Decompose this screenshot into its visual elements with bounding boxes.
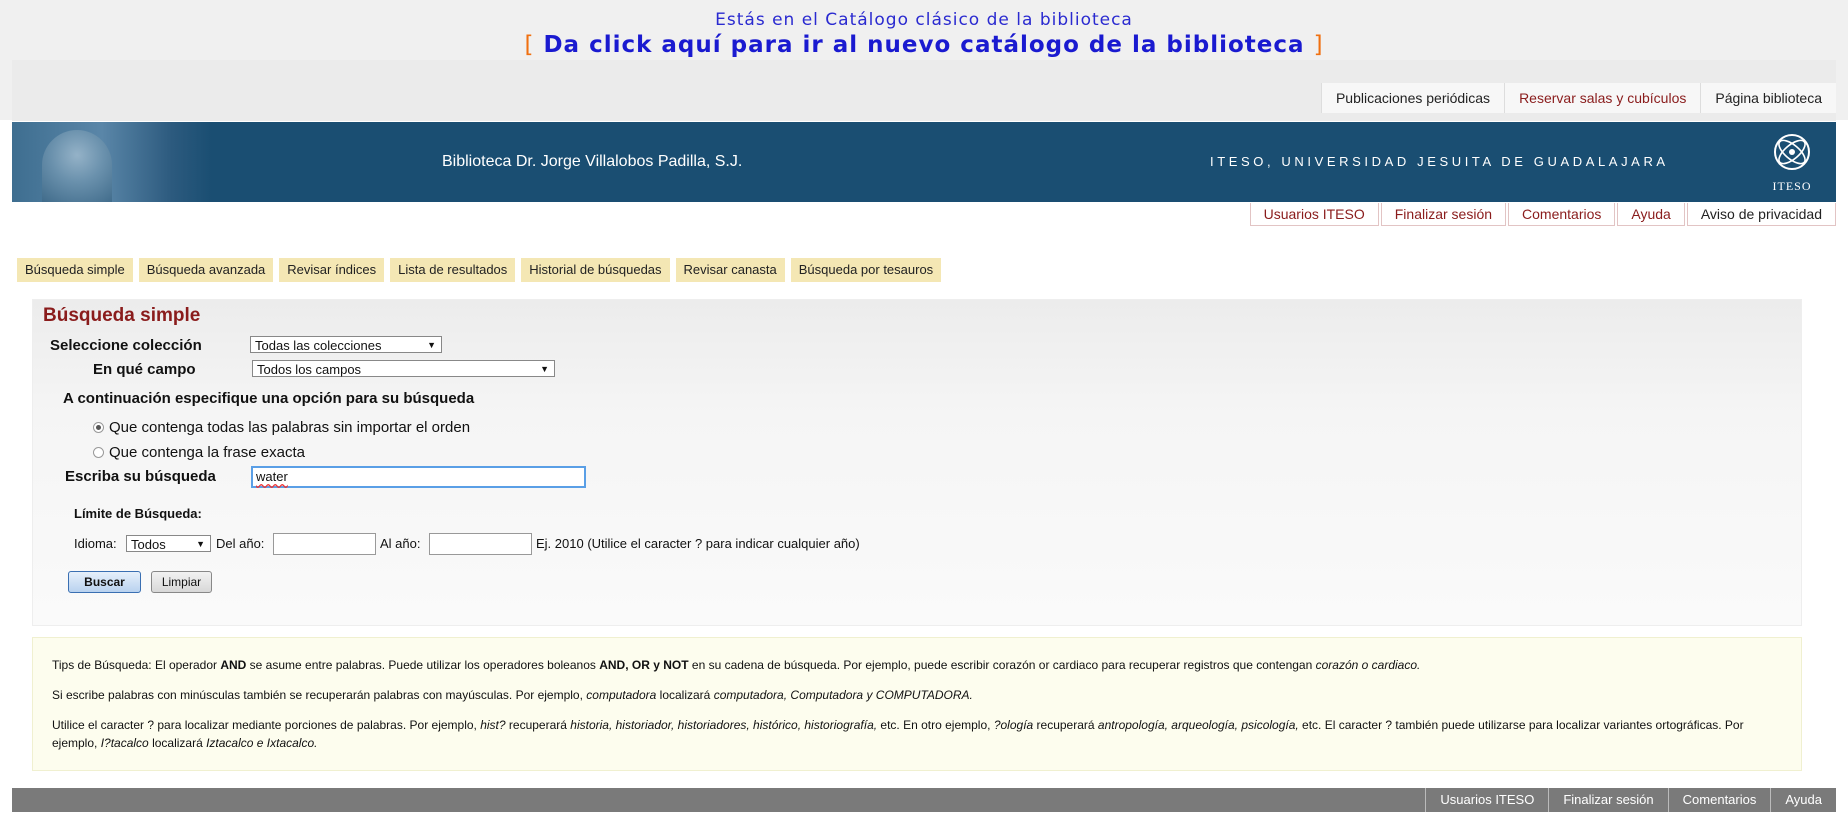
university-name: ITESO, UNIVERSIDAD JESUITA DE GUADALAJAR… [1210, 154, 1669, 169]
page-title: Búsqueda simple [43, 305, 201, 326]
field-label: En qué campo [93, 361, 196, 378]
logo-label: ITESO [1772, 179, 1812, 193]
tip-operators: Tips de Búsqueda: El operador AND se asu… [52, 658, 1421, 672]
bracket-close: ] [1313, 32, 1324, 58]
top-link-periodicals[interactable]: Publicaciones periódicas [1320, 83, 1505, 113]
session-link-privacy[interactable]: Aviso de privacidad [1686, 203, 1836, 226]
field-select-value: Todos los campos [257, 362, 362, 377]
radio-all-words-row[interactable]: Que contenga todas las palabras sin impo… [93, 419, 470, 436]
library-name: Biblioteca Dr. Jorge Villalobos Padilla,… [442, 153, 743, 170]
top-link-reserve-rooms[interactable]: Reservar salas y cubículos [1504, 83, 1701, 113]
classic-catalog-notice: Estás en el Catálogo clásico de la bibli… [715, 10, 1133, 30]
collection-select[interactable]: Todas las colecciones ▼ [250, 336, 442, 353]
bracket-open: [ [524, 32, 535, 58]
field-select[interactable]: Todos los campos ▼ [252, 360, 555, 377]
top-link-library-page[interactable]: Página biblioteca [1700, 83, 1836, 113]
language-select[interactable]: Todos ▼ [126, 535, 211, 552]
session-link-help[interactable]: Ayuda [1617, 203, 1685, 226]
footer-link-comments[interactable]: Comentarios [1667, 788, 1771, 812]
header-banner: Biblioteca Dr. Jorge Villalobos Padilla,… [12, 122, 1836, 202]
option-heading: A continuación especifique una opción pa… [63, 390, 475, 407]
founder-portrait-image [42, 130, 112, 202]
tip-case: Si escribe palabras con minúsculas tambi… [52, 688, 973, 702]
tab-thesaurus-search[interactable]: Búsqueda por tesauros [790, 258, 942, 282]
banner-photo [12, 122, 212, 202]
language-label: Idioma: [74, 536, 117, 551]
dropdown-arrow-icon: ▼ [540, 364, 549, 374]
dropdown-arrow-icon: ▼ [427, 340, 436, 350]
year-hint: Ej. 2010 (Utilice el caracter ? para ind… [536, 536, 860, 551]
radio-exact-phrase-row[interactable]: Que contenga la frase exacta [93, 444, 305, 461]
footer-link-logout[interactable]: Finalizar sesión [1548, 788, 1667, 812]
iteso-logo-icon [1774, 134, 1810, 170]
iteso-logo[interactable]: ITESO [1764, 132, 1820, 194]
tab-search-history[interactable]: Historial de búsquedas [521, 258, 670, 282]
search-tabs: Búsqueda simple Búsqueda avanzada Revisa… [17, 258, 942, 282]
session-links: Usuarios ITESO Finalizar sesión Comentar… [1249, 203, 1836, 226]
session-link-iteso-users[interactable]: Usuarios ITESO [1249, 203, 1379, 226]
tab-results-list[interactable]: Lista de resultados [390, 258, 516, 282]
to-year-input[interactable] [429, 533, 532, 555]
footer-link-help[interactable]: Ayuda [1770, 788, 1836, 812]
to-year-label: Al año: [380, 536, 421, 551]
session-link-comments[interactable]: Comentarios [1508, 203, 1616, 226]
new-catalog-notice: [ Da click aquí para ir al nuevo catálog… [0, 32, 1848, 58]
radio-all-words[interactable] [93, 422, 104, 433]
top-links: Publicaciones periódicas Reservar salas … [1320, 83, 1836, 113]
tab-advanced-search[interactable]: Búsqueda avanzada [138, 258, 274, 282]
tab-browse-indexes[interactable]: Revisar índices [279, 258, 385, 282]
footer-links: Usuarios ITESO Finalizar sesión Comentar… [1425, 788, 1836, 812]
clear-button[interactable]: Limpiar [151, 571, 212, 593]
from-year-label: Del año: [216, 536, 265, 551]
from-year-input[interactable] [273, 533, 376, 555]
new-catalog-link[interactable]: Da click aquí para ir al nuevo catálogo … [543, 32, 1304, 58]
tab-basket[interactable]: Revisar canasta [675, 258, 785, 282]
tip-wildcard: Utilice el caracter ? para localizar med… [52, 718, 1744, 750]
radio-exact-phrase-label: Que contenga la frase exacta [109, 444, 305, 461]
session-link-logout[interactable]: Finalizar sesión [1380, 203, 1507, 226]
tab-simple-search[interactable]: Búsqueda simple [17, 258, 133, 282]
search-input-value: water [256, 469, 288, 484]
dropdown-arrow-icon: ▼ [196, 539, 205, 549]
radio-exact-phrase[interactable] [93, 447, 104, 458]
search-button[interactable]: Buscar [68, 571, 141, 593]
collection-label: Seleccione colección [50, 337, 202, 354]
language-select-value: Todos [131, 537, 166, 552]
limit-label: Límite de Búsqueda: [74, 506, 202, 521]
footer-link-iteso-users[interactable]: Usuarios ITESO [1425, 788, 1548, 812]
search-input[interactable]: water [251, 466, 586, 488]
radio-all-words-label: Que contenga todas las palabras sin impo… [109, 419, 471, 436]
collection-select-value: Todas las colecciones [255, 338, 382, 353]
query-label: Escriba su búsqueda [65, 468, 216, 485]
